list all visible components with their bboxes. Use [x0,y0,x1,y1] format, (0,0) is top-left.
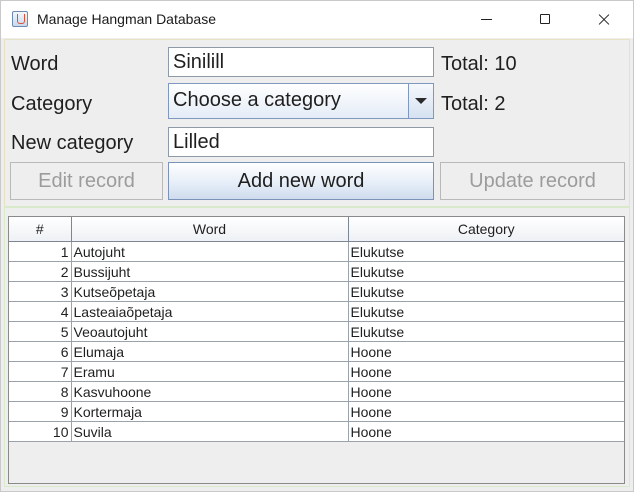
app-window: Manage Hangman Database Word Total: 10 C… [0,0,634,492]
maximize-icon[interactable] [522,1,568,38]
row-number-cell: 4 [9,301,72,322]
row-number-cell: 8 [9,381,72,402]
word-cell: Autojuht [71,241,349,262]
title-bar[interactable]: Manage Hangman Database [1,1,633,38]
update-record-button[interactable]: Update record [440,162,625,200]
table-row[interactable]: 1 Autojuht Elukutse [9,241,624,262]
category-label: Category [11,93,93,115]
row-number-cell: 9 [9,401,72,422]
word-cell: Suvila [71,421,349,442]
category-cell: Elukutse [348,241,624,262]
row-number-cell: 5 [9,321,72,342]
words-table-scrollpane[interactable]: # Word Category 1 Autojuht Elukutse 2 Bu… [8,216,625,484]
word-cell: Kasvuhoone [71,381,349,402]
category-selected-value: Choose a category [173,89,341,111]
category-cell: Hoone [348,341,624,362]
table-row[interactable]: 4 Lasteaiaõpetaja Elukutse [9,301,624,322]
table-row[interactable]: 7 Eramu Hoone [9,361,624,382]
word-cell: Kutseõpetaja [71,281,349,302]
word-total: Total: 10 [441,53,517,75]
word-cell: Bussijuht [71,261,349,282]
table-row[interactable]: 9 Kortermaja Hoone [9,401,624,422]
row-number-cell: 3 [9,281,72,302]
row-number-cell: 10 [9,421,72,442]
word-label: Word [11,53,59,75]
words-table: # Word Category 1 Autojuht Elukutse 2 Bu… [9,217,624,442]
table-header-row: # Word Category [9,217,624,242]
close-icon[interactable] [580,1,626,38]
table-row[interactable]: 8 Kasvuhoone Hoone [9,381,624,402]
category-total: Total: 2 [441,93,506,115]
table-row[interactable]: 2 Bussijuht Elukutse [9,261,624,282]
column-header-category[interactable]: Category [348,217,624,242]
new-category-label: New category [11,132,134,154]
category-cell: Hoone [348,361,624,382]
minimize-icon[interactable] [464,1,510,38]
chevron-down-icon[interactable] [408,84,433,118]
row-number-cell: 7 [9,361,72,382]
row-number-cell: 2 [9,261,72,282]
table-row[interactable]: 5 Veoautojuht Elukutse [9,321,624,342]
word-cell: Lasteaiaõpetaja [71,301,349,322]
window-title: Manage Hangman Database [37,11,217,27]
category-cell: Elukutse [348,301,624,322]
category-cell: Hoone [348,401,624,422]
row-number-cell: 1 [9,241,72,262]
row-number-cell: 6 [9,341,72,362]
java-app-icon [12,11,28,27]
category-cell: Hoone [348,421,624,442]
column-header-number[interactable]: # [9,217,72,242]
add-new-word-button[interactable]: Add new word [168,162,434,200]
column-header-word[interactable]: Word [71,217,349,242]
table-row[interactable]: 6 Elumaja Hoone [9,341,624,362]
edit-record-button[interactable]: Edit record [10,162,163,200]
word-cell: Elumaja [71,341,349,362]
category-combobox[interactable]: Choose a category [168,83,434,119]
category-cell: Elukutse [348,321,624,342]
new-category-input[interactable] [168,127,434,157]
category-cell: Elukutse [348,281,624,302]
category-cell: Elukutse [348,261,624,282]
word-input[interactable] [168,47,434,77]
table-row[interactable]: 10 Suvila Hoone [9,421,624,442]
table-row[interactable]: 3 Kutseõpetaja Elukutse [9,281,624,302]
word-cell: Veoautojuht [71,321,349,342]
word-cell: Kortermaja [71,401,349,422]
category-cell: Hoone [348,381,624,402]
word-cell: Eramu [71,361,349,382]
